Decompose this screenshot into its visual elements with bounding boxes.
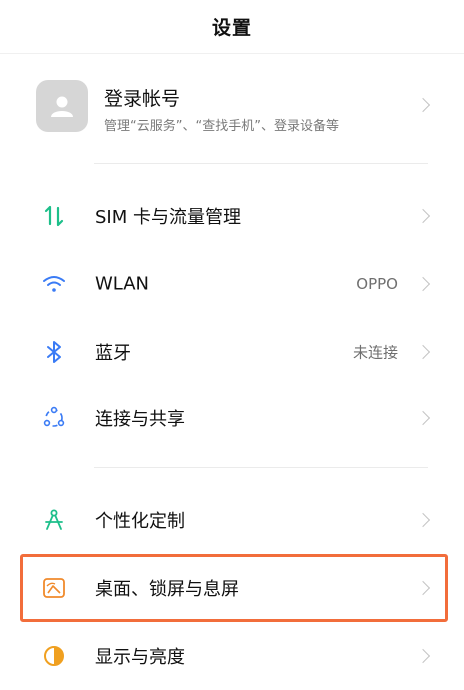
settings-screen: 设置 登录帐号 管理“云服务”、“查找手机”、登录设备等 SIM 卡与流量管理: [0, 0, 464, 690]
highlight-box: [20, 554, 448, 622]
bluetooth-icon: [40, 338, 68, 366]
connection-share-label: 连接与共享: [95, 409, 185, 430]
chevron-right-icon: [415, 208, 431, 224]
brightness-icon: [40, 642, 68, 670]
personalization-row[interactable]: 个性化定制: [0, 486, 464, 554]
account-name: 登录帐号: [104, 88, 181, 110]
connection-share-row[interactable]: 连接与共享: [0, 384, 464, 452]
chevron-right-icon: [415, 648, 431, 664]
share-icon: [40, 404, 68, 432]
bluetooth-value: 未连接: [352, 343, 398, 362]
bluetooth-label: 蓝牙: [95, 343, 131, 364]
avatar: [36, 80, 88, 132]
account-row[interactable]: 登录帐号 管理“云服务”、“查找手机”、登录设备等: [0, 54, 464, 164]
chevron-right-icon: [415, 512, 431, 528]
header-bar: 设置: [0, 0, 464, 54]
display-brightness-row[interactable]: 显示与亮度: [0, 622, 464, 690]
account-subtitle: 管理“云服务”、“查找手机”、登录设备等: [104, 119, 339, 134]
divider: [94, 163, 428, 164]
divider: [94, 467, 428, 468]
user-icon: [51, 96, 73, 117]
personalization-label: 个性化定制: [95, 511, 185, 532]
sim-data-label: SIM 卡与流量管理: [95, 207, 241, 228]
sim-data-row[interactable]: SIM 卡与流量管理: [0, 182, 464, 250]
bluetooth-row[interactable]: 蓝牙 未连接: [0, 318, 464, 386]
page-title: 设置: [211, 17, 252, 39]
sim-data-icon: [40, 202, 68, 230]
wlan-label: WLAN: [95, 273, 150, 295]
compass-icon: [40, 506, 68, 534]
display-brightness-label: 显示与亮度: [95, 647, 185, 668]
chevron-right-icon: [415, 344, 431, 360]
chevron-right-icon: [415, 276, 431, 292]
chevron-right-icon: [415, 97, 431, 113]
chevron-right-icon: [415, 410, 431, 426]
wlan-value: OPPO: [356, 275, 398, 293]
wlan-row[interactable]: WLAN OPPO: [0, 250, 464, 318]
wifi-icon: [40, 270, 68, 298]
